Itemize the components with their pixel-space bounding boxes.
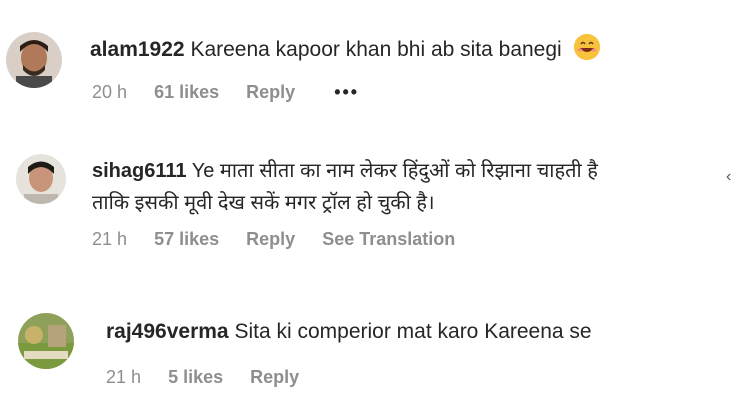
more-options-icon[interactable]: ••• [334,82,359,103]
likes-count[interactable]: 5 likes [168,367,223,388]
comment-meta: 21 h 5 likes Reply [106,367,321,388]
comment-text: Sita ki comperior mat karo Kareena se [234,320,592,343]
comment-username[interactable]: alam1922 [90,38,185,61]
avatar-raj496verma[interactable] [18,313,74,369]
comment-text: Kareena kapoor khan bhi ab sita banegi [190,38,562,61]
comment-time: 21 h [106,367,142,387]
comment-text-line1: Ye माता सीता का नाम लेकर हिंदुओं को रिझा… [191,160,598,182]
avatar-alam1922[interactable] [6,32,62,88]
comment-meta: 20 h 61 likes Reply ••• [92,82,381,103]
comment-time: 21 h [92,229,128,249]
comment-time: 20 h [92,82,128,102]
comment-meta: 21 h 57 likes Reply See Translation [92,229,477,250]
chevron-left-icon[interactable]: ‹ [726,168,731,186]
reply-button[interactable]: Reply [246,82,295,103]
comment-username[interactable]: raj496verma [106,320,229,343]
see-translation-button[interactable]: See Translation [322,229,455,250]
comment-text-line2: ताकि इसकी मूवी देख सकें मगर ट्रॉल हो चुक… [92,192,435,214]
likes-count[interactable]: 61 likes [154,82,219,103]
avatar-sihag6111[interactable] [16,154,66,204]
comment-username[interactable]: sihag6111 [92,160,187,182]
likes-count[interactable]: 57 likes [154,229,219,250]
reply-button[interactable]: Reply [250,367,299,388]
reply-button[interactable]: Reply [246,229,295,250]
grinning-face-emoji-icon [573,34,600,60]
